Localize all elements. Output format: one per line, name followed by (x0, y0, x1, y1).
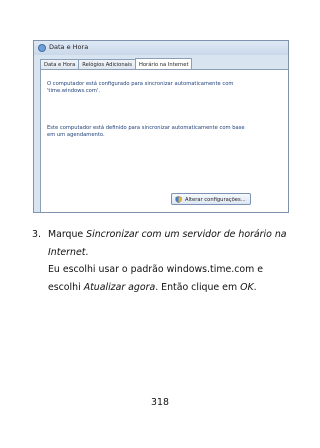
update-now-option: Atualizar agora (83, 281, 156, 293)
step-number: 3. (32, 229, 41, 240)
ok-option: OK (240, 281, 254, 293)
tab-date-time[interactable]: Data e Hora (40, 59, 80, 69)
clock-icon (38, 44, 46, 52)
dialog-tabs: Data e Hora Relógios Adicionais Horário … (40, 58, 193, 69)
step-line-3: Eu escolhi usar o padrão windows.time.co… (48, 264, 263, 275)
schedule-line-1: Este computador está definido para sincr… (47, 125, 245, 131)
shield-icon (175, 196, 182, 203)
step-line-4-end: . (253, 281, 257, 293)
step-3-instructions: 3. Marque Sincronizar com um servidor de… (32, 226, 298, 297)
step-line-2-suffix: . (85, 246, 89, 258)
option-name-part-2: Internet (48, 246, 86, 258)
schedule-line-2: em um agendamento. (47, 131, 105, 138)
date-time-dialog-screenshot: Data e Hora Data e Hora Relógios Adicion… (33, 40, 289, 213)
page-number: 318 (151, 397, 169, 408)
step-line-4: escolhi Atualizar agora. Então clique em… (48, 279, 298, 297)
step-line-2: Internet. (48, 244, 298, 262)
step-line-1-prefix: Marque (48, 229, 87, 240)
schedule-text: Este computador está definido para sincr… (47, 125, 245, 138)
tab-additional-clocks[interactable]: Relógios Adicionais (78, 59, 136, 69)
sync-status-line-2: 'time.windows.com'. (47, 87, 100, 94)
sync-status-text: O computador está configurado para sincr… (47, 81, 233, 94)
change-settings-label: Alterar configurações... (185, 197, 246, 203)
option-name-part-1: Sincronizar com um servidor de horário n… (86, 229, 287, 240)
tab-internet-time[interactable]: Horário na Internet (134, 58, 193, 69)
step-line-1: Marque Sincronizar com um servidor de ho… (48, 226, 298, 244)
step-line-4-middle: . Então clique em (155, 281, 241, 293)
step-line-4-prefix: escolhi (48, 281, 84, 293)
internet-time-panel: O computador está configurado para sincr… (40, 69, 288, 212)
dialog-titlebar: Data e Hora (34, 41, 288, 55)
change-settings-button[interactable]: Alterar configurações... (171, 193, 251, 205)
sync-status-line-1: O computador está configurado para sincr… (47, 81, 234, 87)
dialog-title: Data e Hora (49, 43, 89, 51)
